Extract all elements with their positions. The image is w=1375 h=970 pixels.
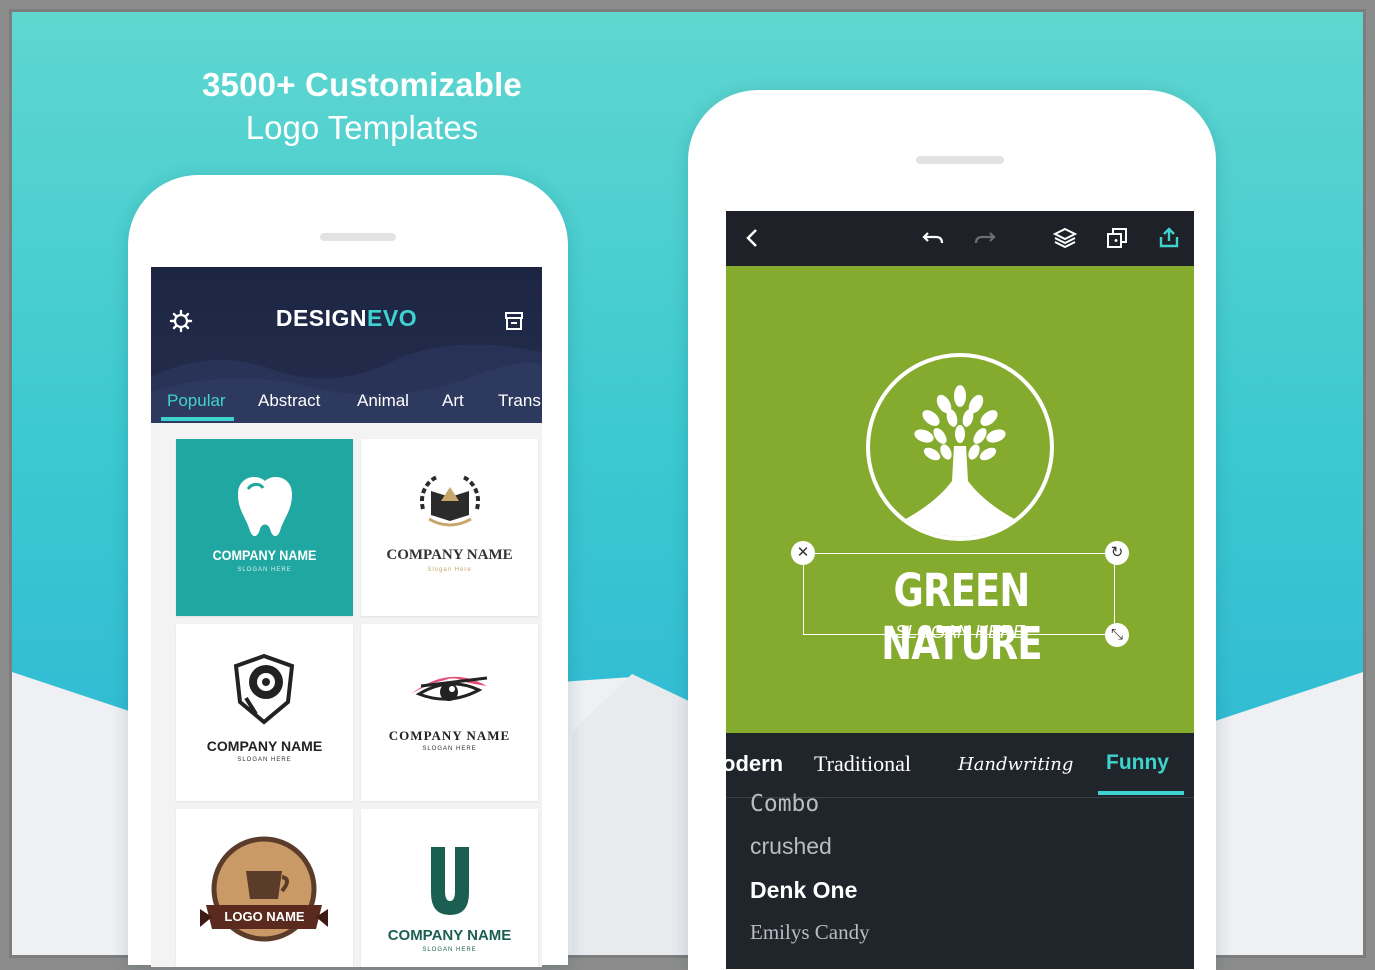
template-card[interactable]: COMPANY NAME SLOGAN HERE [176, 624, 353, 801]
template-slogan: SLOGAN HERE [237, 757, 292, 763]
phone-speaker [320, 233, 396, 241]
tab-abstract[interactable]: Abstract [258, 391, 320, 411]
headline-line-2: Logo Templates [245, 109, 479, 146]
tab-traditional[interactable]: Traditional [814, 751, 911, 777]
font-category-tabs: odern Traditional Handwriting Funny [726, 733, 1194, 798]
logo-title-text[interactable]: GREEN NATURE [841, 564, 1083, 670]
camera-shield-icon [233, 653, 295, 725]
tab-funny[interactable]: Funny [1106, 751, 1169, 775]
template-name: LOGO NAME [224, 909, 305, 924]
tab-art[interactable]: Art [442, 391, 464, 411]
template-card[interactable]: COMPANY NAME SLOGAN HERE [361, 624, 538, 801]
back-icon[interactable] [740, 225, 766, 251]
export-icon[interactable] [1156, 225, 1182, 251]
brand-logo: DESIGNEVO [151, 305, 542, 332]
template-name: COMPANY NAME [386, 547, 513, 563]
editor-toolbar [726, 211, 1194, 266]
template-card[interactable]: LOGO NAME [176, 809, 353, 967]
logo-editor-app: GREEN NATURE SLOGAN HERE ✕ ↻ ⤡ odern Tra… [726, 211, 1194, 969]
tab-trans[interactable]: Trans [498, 391, 541, 411]
redo-icon[interactable] [972, 225, 998, 251]
template-name: COMPANY NAME [212, 547, 317, 563]
template-name: COMPANY NAME [388, 728, 511, 743]
book-laurel-icon [420, 475, 480, 527]
undo-icon[interactable] [920, 225, 946, 251]
duplicate-icon[interactable] [1104, 225, 1130, 251]
brand-suffix: EVO [367, 305, 418, 331]
rotate-handle-icon[interactable]: ↻ [1105, 541, 1129, 565]
template-slogan: SLOGAN HERE [422, 746, 477, 752]
template-name: COMPANY NAME [206, 738, 323, 754]
font-item-crushed[interactable]: crushed [750, 833, 832, 860]
tooth-icon [238, 477, 292, 537]
tab-handwriting[interactable]: Handwriting [958, 754, 1073, 775]
promo-headline: 3500+ Customizable Logo Templates [192, 64, 532, 150]
template-card[interactable]: COMPANY NAME Slogan Here [361, 439, 538, 616]
tab-popular[interactable]: Popular [167, 391, 226, 411]
template-name: COMPANY NAME [387, 927, 512, 944]
template-card[interactable]: COMPANY NAME SLOGAN HERE [176, 439, 353, 616]
headline-line-1: 3500+ Customizable [202, 66, 522, 103]
tab-modern[interactable]: odern [726, 751, 783, 777]
tab-animal[interactable]: Animal [357, 391, 409, 411]
design-canvas[interactable]: GREEN NATURE SLOGAN HERE ✕ ↻ ⤡ [726, 266, 1194, 733]
active-font-tab-indicator [1098, 791, 1184, 795]
brand-prefix: DESIGN [275, 305, 368, 331]
template-slogan: SLOGAN HERE [422, 947, 477, 953]
template-slogan: Slogan Here [427, 567, 472, 573]
layers-icon[interactable] [1052, 225, 1078, 251]
template-card[interactable]: COMPANY NAME SLOGAN HERE [361, 809, 538, 967]
font-item-denk-one[interactable]: Denk One [750, 877, 857, 904]
coffee-cup-icon [200, 836, 328, 942]
font-item-emilys-candy[interactable]: Emilys Candy [750, 920, 870, 945]
resize-handle-icon[interactable]: ⤡ [1105, 623, 1129, 647]
eye-icon [411, 676, 488, 701]
phone-speaker [916, 156, 1004, 164]
font-item-combo[interactable]: Combo [750, 791, 819, 817]
template-browser-app: DESIGNEVO Popular Abstract Animal Art Tr… [151, 267, 542, 967]
app-header: DESIGNEVO Popular Abstract Animal Art Tr… [151, 267, 542, 423]
delete-handle-icon[interactable]: ✕ [791, 541, 815, 565]
store-icon[interactable] [502, 309, 526, 333]
template-slogan: SLOGAN HERE [237, 567, 292, 573]
active-tab-indicator [161, 417, 234, 421]
